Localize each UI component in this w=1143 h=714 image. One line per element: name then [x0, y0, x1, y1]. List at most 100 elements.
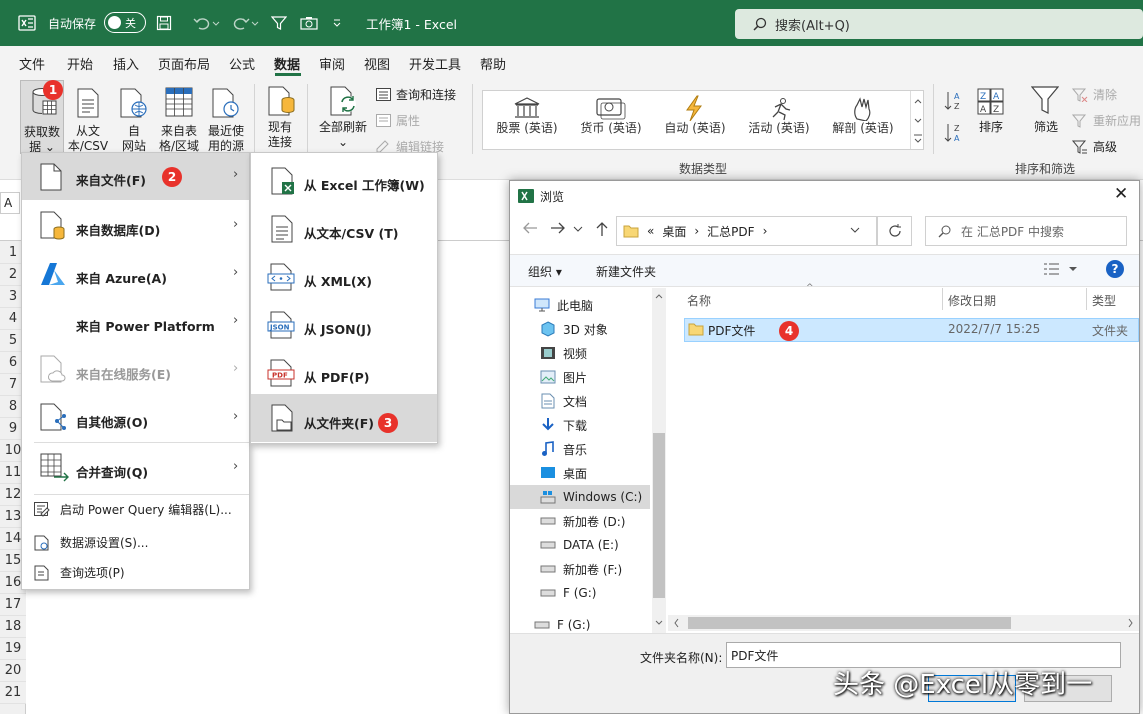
refresh-all-button[interactable]: 全部刷新 ⌄ [316, 120, 370, 150]
nav-music[interactable]: 音乐 [540, 438, 587, 460]
undo-icon[interactable] [193, 0, 221, 46]
properties-button[interactable]: 属性 [376, 112, 420, 129]
customize-toolbar-icon[interactable] [332, 0, 342, 46]
submenu-item-from-excel[interactable]: 从 Excel 工作簿(W) [251, 157, 437, 205]
back-arrow-icon[interactable] [522, 221, 538, 235]
view-options-icon[interactable] [1043, 262, 1079, 276]
tab-view[interactable]: 视图 [364, 54, 390, 73]
redo-icon[interactable] [232, 0, 260, 46]
address-bar[interactable]: « 桌面 › 汇总PDF › [616, 216, 877, 246]
nav-downloads[interactable]: 下载 [540, 414, 587, 436]
column-date[interactable]: 修改日期 [948, 292, 996, 309]
submenu-item-from-text-csv[interactable]: 从文本/CSV (T) [251, 205, 437, 253]
sort-za-icon[interactable]: ZA [944, 122, 964, 144]
breadcrumb-folder[interactable]: 汇总PDF [707, 223, 754, 240]
up-arrow-icon[interactable] [595, 221, 609, 236]
row-number[interactable]: 20 [0, 660, 26, 682]
forward-arrow-icon[interactable] [550, 221, 566, 235]
recent-sources-button[interactable]: 最近使 用的源 [204, 124, 248, 154]
clear-button[interactable]: 清除 [1072, 86, 1117, 103]
queries-connections-button[interactable]: 查询和连接 [376, 86, 456, 103]
from-table-button[interactable]: 来自表 格/区域 [156, 124, 202, 154]
svg-text:Z: Z [954, 124, 960, 133]
folder-icon [688, 322, 704, 336]
nav-this-pc[interactable]: 此电脑 [534, 294, 593, 316]
menu-item-label: 启动 Power Query 编辑器(L)... [60, 503, 232, 517]
submenu-item-from-json[interactable]: JSON 从 JSON(J) [251, 301, 437, 349]
drive-icon [534, 620, 550, 630]
menu-item-from-azure[interactable]: 来自 Azure(A) › [22, 251, 249, 298]
submenu-item-from-folder[interactable]: 从文件夹(F) [251, 394, 437, 442]
filter-icon[interactable] [271, 0, 287, 46]
nav-scrollbar[interactable] [652, 288, 666, 633]
menu-item-query-options[interactable]: 查询选项(P) [34, 564, 125, 581]
nav-drive-g[interactable]: F (G:) [540, 582, 596, 604]
refresh-button[interactable] [877, 216, 912, 246]
filter-button[interactable]: 筛选 [1026, 120, 1066, 135]
nav-videos[interactable]: 视频 [540, 342, 587, 364]
sort-az-icon[interactable]: AZ [944, 90, 964, 112]
menu-item-data-source-settings[interactable]: 数据源设置(S)... [34, 534, 148, 551]
file-list-scrollbar[interactable] [668, 615, 1139, 631]
submenu-item-from-pdf[interactable]: PDF 从 PDF(P) [251, 349, 437, 397]
from-text-csv-button[interactable]: 从文 本/CSV [66, 124, 110, 154]
help-icon[interactable]: ? [1106, 260, 1124, 278]
nav-drive-f[interactable]: 新加卷 (F:) [540, 558, 622, 580]
save-icon[interactable] [156, 0, 172, 46]
tab-file[interactable]: 文件 [19, 54, 45, 73]
advanced-button[interactable]: 高级 [1072, 138, 1117, 155]
dialog-search-input[interactable]: 在 汇总PDF 中搜索 [925, 216, 1127, 246]
sort-dialog-icon: ZAAZ [977, 88, 1005, 116]
data-type-stocks[interactable]: 股票 (英语) [487, 119, 567, 136]
computer-icon [534, 298, 550, 312]
name-box[interactable]: A [0, 192, 20, 214]
menu-item-from-power-platform[interactable]: 来自 Power Platform › [22, 299, 249, 346]
row-number[interactable]: 17 [0, 594, 26, 616]
data-type-activity[interactable]: 活动 (英语) [739, 119, 819, 136]
menu-item-combine-queries[interactable]: 合并查询(Q) › [22, 445, 249, 492]
nav-3d-objects[interactable]: 3D 对象 [540, 318, 608, 340]
row-number[interactable]: 18 [0, 616, 26, 638]
column-type[interactable]: 类型 [1092, 292, 1116, 309]
reapply-button[interactable]: 重新应用 [1072, 112, 1141, 129]
new-folder-button[interactable]: 新建文件夹 [596, 263, 656, 280]
existing-connections-button[interactable]: 现有 连接 [260, 120, 300, 150]
organize-button[interactable]: 组织 ▾ [528, 263, 562, 280]
autosave-toggle[interactable]: 关 [104, 12, 146, 33]
tab-page-layout[interactable]: 页面布局 [158, 54, 210, 73]
nav-drive-c[interactable]: Windows (C:) [540, 486, 642, 508]
nav-desktop[interactable]: 桌面 [540, 462, 587, 484]
row-number[interactable]: 19 [0, 638, 26, 660]
camera-icon[interactable] [300, 0, 318, 46]
address-dropdown-icon[interactable] [850, 226, 860, 234]
nav-documents[interactable]: 文档 [540, 390, 587, 412]
menu-item-from-database[interactable]: 来自数据库(D) › [22, 203, 249, 250]
column-name[interactable]: 名称 [687, 292, 711, 309]
close-icon[interactable]: ✕ [1114, 184, 1128, 204]
gallery-scroll[interactable] [910, 91, 924, 149]
tab-help[interactable]: 帮助 [480, 54, 506, 73]
menu-item-launch-pq-editor[interactable]: 启动 Power Query 编辑器(L)... [34, 501, 232, 518]
menu-item-from-file[interactable]: 来自文件(F) › [22, 153, 249, 200]
data-type-anatomy[interactable]: 解剖 (英语) [823, 119, 903, 136]
menu-item-from-online-services[interactable]: 来自在线服务(E) › [22, 347, 249, 394]
tab-developer[interactable]: 开发工具 [409, 54, 461, 73]
nav-drive-e[interactable]: DATA (E:) [540, 534, 619, 556]
recent-dropdown-icon[interactable] [573, 225, 583, 233]
sort-button[interactable]: 排序 [972, 120, 1010, 135]
data-type-currency[interactable]: 货币 (英语) [571, 119, 651, 136]
tab-review[interactable]: 审阅 [319, 54, 345, 73]
search-box[interactable]: 搜索(Alt+Q) [735, 9, 1143, 39]
menu-item-from-other-sources[interactable]: 自其他源(O) › [22, 395, 249, 442]
submenu-item-from-xml[interactable]: 从 XML(X) [251, 253, 437, 301]
nav-pictures[interactable]: 图片 [540, 366, 587, 388]
tab-home[interactable]: 开始 [67, 54, 93, 73]
nav-drive-d[interactable]: 新加卷 (D:) [540, 510, 625, 532]
from-web-button[interactable]: 自 网站 [114, 124, 154, 154]
breadcrumb-desktop[interactable]: 桌面 [662, 223, 686, 240]
row-number[interactable]: 21 [0, 682, 26, 704]
tab-formulas[interactable]: 公式 [229, 54, 255, 73]
data-type-automatic[interactable]: 自动 (英语) [655, 119, 735, 136]
tab-data[interactable]: 数据 [274, 54, 300, 73]
tab-insert[interactable]: 插入 [113, 54, 139, 73]
